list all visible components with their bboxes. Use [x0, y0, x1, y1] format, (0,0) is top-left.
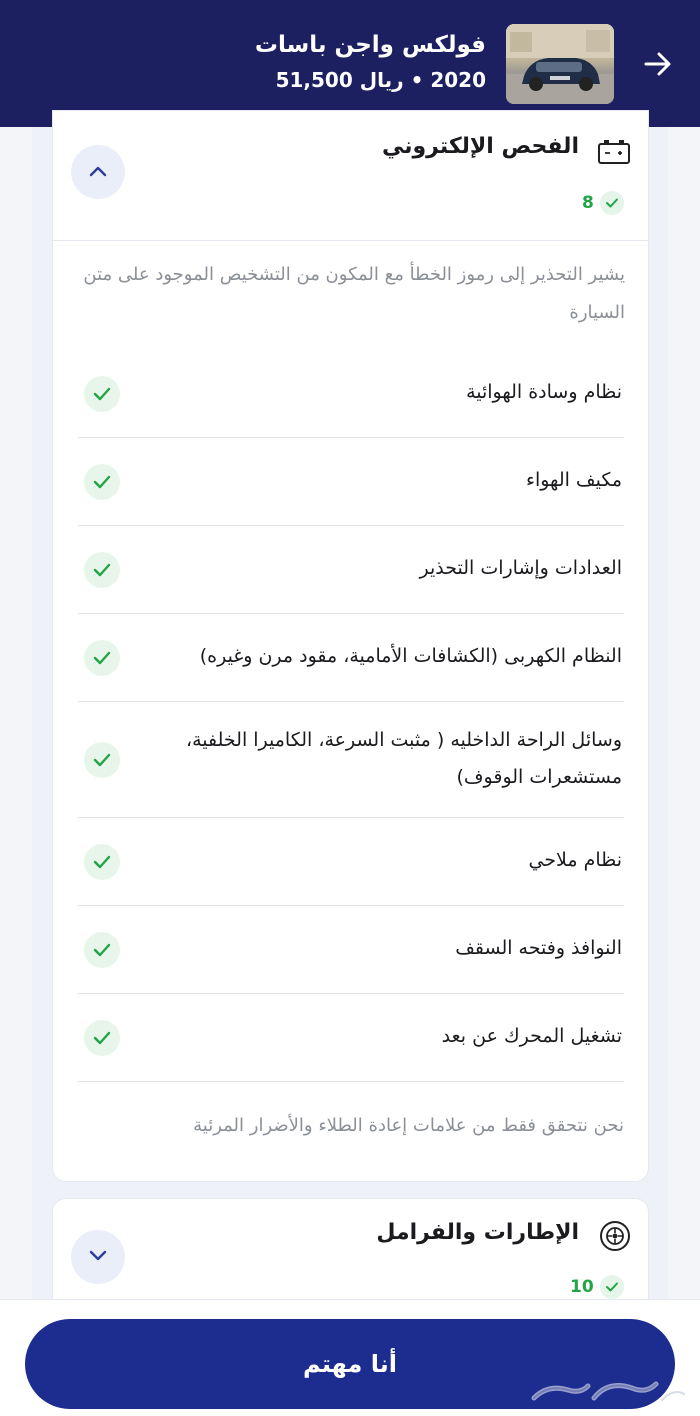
- check-icon: [599, 1275, 624, 1299]
- car-photo-icon: [506, 24, 614, 104]
- check-icon: [84, 552, 120, 588]
- electronic-passed-count: 8: [582, 191, 624, 215]
- inspection-item-label: نظام ملاحي: [528, 849, 622, 871]
- check-icon: [84, 1020, 120, 1056]
- inspection-row: نظام وسادة الهوائية: [78, 350, 624, 438]
- section-title-tyres: الإطارات والفرامل: [376, 1220, 579, 1245]
- section-title-electronic: الفحص الإلكتروني: [381, 134, 579, 159]
- inspection-item-label: نظام وسادة الهوائية: [466, 381, 622, 403]
- collapse-electronic-button[interactable]: [71, 145, 125, 199]
- inspection-row: العدادات وإشارات التحذير: [78, 526, 624, 614]
- inspection-row: تشغيل المحرك عن بعد: [78, 994, 624, 1082]
- inspection-item-label: وسائل الراحة الداخليه ( مثبت السرعة، الك…: [185, 729, 622, 788]
- chevron-up-icon: [89, 166, 107, 177]
- tyre-icon: [600, 1221, 630, 1251]
- arrow-right-icon: [644, 52, 671, 76]
- section-description: يشير التحذير إلى رموز الخطأ مع المكون من…: [83, 264, 625, 323]
- car-title: فولكس واجن باسات: [254, 32, 486, 58]
- car-year-price: 2020 • ريال 51,500: [275, 68, 486, 92]
- inspection-item-label: النظام الكهربى (الكشافات الأمامية، مقود …: [199, 645, 622, 667]
- expand-tyres-button[interactable]: [71, 1230, 125, 1284]
- check-icon: [84, 844, 120, 880]
- battery-icon: [598, 140, 630, 164]
- section-divider: [52, 240, 649, 241]
- inspection-item-label: العدادات وإشارات التحذير: [419, 557, 622, 579]
- inspection-row: وسائل الراحة الداخليه ( مثبت السرعة، الك…: [78, 702, 624, 818]
- inspection-row: النوافذ وفتحه السقف: [78, 906, 624, 994]
- chevron-down-icon: [89, 1250, 107, 1261]
- tyres-passed-count: 10: [570, 1275, 624, 1299]
- check-icon: [84, 640, 120, 676]
- back-button[interactable]: [638, 44, 678, 84]
- haraj-watermark-logo: [531, 1381, 687, 1403]
- app-header: فولكس واجن باسات 2020 • ريال 51,500: [0, 0, 700, 127]
- inspection-item-label: النوافذ وفتحه السقف: [455, 937, 622, 959]
- car-thumbnail[interactable]: [506, 24, 614, 104]
- inspection-row: مكيف الهواء: [78, 438, 624, 526]
- inspection-row: نظام ملاحي: [78, 818, 624, 906]
- check-icon: [84, 464, 120, 500]
- inspection-note: نحن نتحقق فقط من علامات إعادة الطلاء وال…: [193, 1115, 624, 1136]
- inspection-row: النظام الكهربى (الكشافات الأمامية، مقود …: [78, 614, 624, 702]
- check-icon: [84, 932, 120, 968]
- passed-count: 10: [570, 1277, 594, 1297]
- check-icon: [84, 742, 120, 778]
- inspection-item-label: مكيف الهواء: [526, 469, 622, 491]
- passed-count: 8: [582, 193, 594, 213]
- check-icon: [599, 191, 624, 215]
- check-icon: [84, 376, 120, 412]
- inspection-item-label: تشغيل المحرك عن بعد: [441, 1025, 622, 1047]
